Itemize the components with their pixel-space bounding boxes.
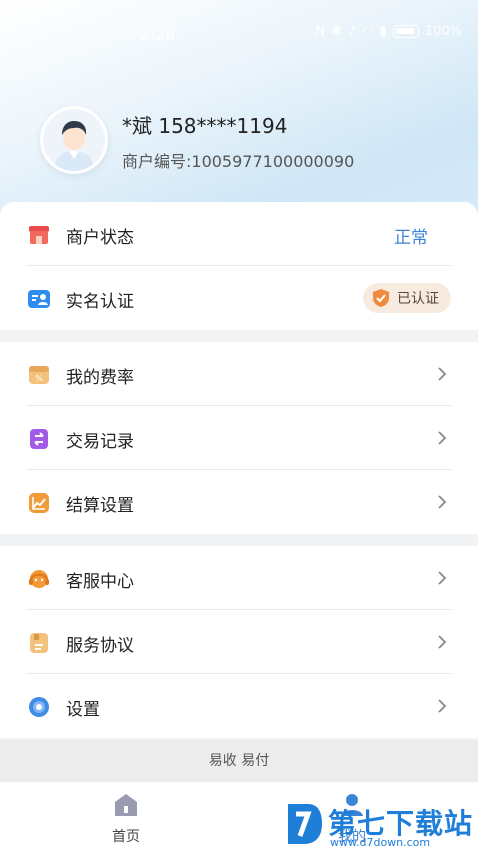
avatar-person-icon bbox=[43, 109, 105, 171]
verified-text: 已认证 bbox=[397, 291, 439, 307]
real-name-label: 实名认证 bbox=[66, 292, 134, 312]
customer-service-label: 客服中心 bbox=[66, 572, 134, 592]
battery-icon bbox=[392, 25, 419, 38]
avatar[interactable] bbox=[40, 106, 108, 174]
shield-check-icon bbox=[373, 289, 389, 307]
chevron-right-icon bbox=[438, 571, 447, 585]
mute-icon: ♪ bbox=[348, 24, 357, 39]
transaction-record-icon bbox=[30, 429, 48, 449]
tab-home-label: 首页 bbox=[112, 829, 140, 845]
list-item-settlement[interactable]: 结算设置 bbox=[0, 470, 478, 534]
status-bar: 2:26 N ✱ ♪ ◠ ▮ 100% bbox=[0, 0, 478, 66]
chevron-right-icon bbox=[438, 431, 447, 445]
list-item-customer-service[interactable]: 客服中心 bbox=[0, 546, 478, 610]
list-item-agreement[interactable]: 服务协议 bbox=[0, 610, 478, 674]
verified-badge: 已认证 bbox=[363, 283, 451, 313]
document-icon bbox=[30, 633, 48, 653]
profile-section[interactable]: *斌 158****1194 商户编号:1005977100000090 bbox=[40, 106, 460, 176]
business-card: % 我的费率 交易记录 结算设置 bbox=[0, 342, 478, 534]
merchant-number: 商户编号:1005977100000090 bbox=[122, 152, 355, 171]
watermark-url: www.d7down.com bbox=[330, 836, 431, 849]
list-item-settings[interactable]: 设置 bbox=[0, 674, 478, 738]
user-name: *斌 158****1194 bbox=[122, 114, 288, 138]
id-card-icon bbox=[28, 290, 50, 308]
nfc-icon: N bbox=[315, 24, 326, 39]
settlement-label: 结算设置 bbox=[66, 496, 134, 516]
svg-text:%: % bbox=[35, 374, 43, 383]
signal-icon: ▮ bbox=[379, 24, 387, 39]
settlement-chart-icon bbox=[29, 493, 49, 513]
transactions-label: 交易记录 bbox=[66, 432, 134, 452]
chevron-right-icon bbox=[438, 699, 447, 713]
chevron-right-icon bbox=[438, 367, 447, 381]
list-item-transactions[interactable]: 交易记录 bbox=[0, 406, 478, 470]
status-time: 2:26 bbox=[140, 26, 176, 44]
rate-icon: % bbox=[29, 366, 49, 384]
support-card: 客服中心 服务协议 设置 bbox=[0, 546, 478, 738]
settings-label: 设置 bbox=[66, 700, 100, 720]
footer-brand: 易收 易付 bbox=[0, 740, 478, 782]
tab-home[interactable]: 首页 bbox=[86, 792, 166, 846]
merchant-status-value: 正常 bbox=[394, 228, 428, 248]
merchant-info-card: 商户状态 正常 实名认证 已认证 bbox=[0, 202, 478, 330]
watermark-logo-icon bbox=[288, 804, 322, 844]
list-item-rate[interactable]: % 我的费率 bbox=[0, 342, 478, 406]
agreement-label: 服务协议 bbox=[66, 636, 134, 656]
status-icons: N ✱ ♪ ◠ ▮ 100% bbox=[315, 24, 462, 39]
bluetooth-icon: ✱ bbox=[331, 24, 343, 39]
gear-icon bbox=[29, 697, 49, 717]
merchant-status-label: 商户状态 bbox=[66, 228, 134, 248]
shop-icon bbox=[29, 226, 49, 244]
watermark: 第七下载站 www.d7down.com bbox=[284, 798, 474, 850]
headset-icon bbox=[29, 570, 49, 588]
home-icon bbox=[115, 794, 137, 816]
real-name-row[interactable]: 实名认证 已认证 bbox=[0, 266, 478, 330]
rate-label: 我的费率 bbox=[66, 368, 134, 388]
battery-percent: 100% bbox=[424, 24, 462, 39]
chevron-right-icon bbox=[438, 495, 447, 509]
merchant-status-row[interactable]: 商户状态 正常 bbox=[0, 202, 478, 266]
chevron-right-icon bbox=[438, 635, 447, 649]
wifi-icon: ◠ bbox=[362, 24, 374, 39]
watermark-text: 第七下载站 bbox=[328, 807, 474, 840]
